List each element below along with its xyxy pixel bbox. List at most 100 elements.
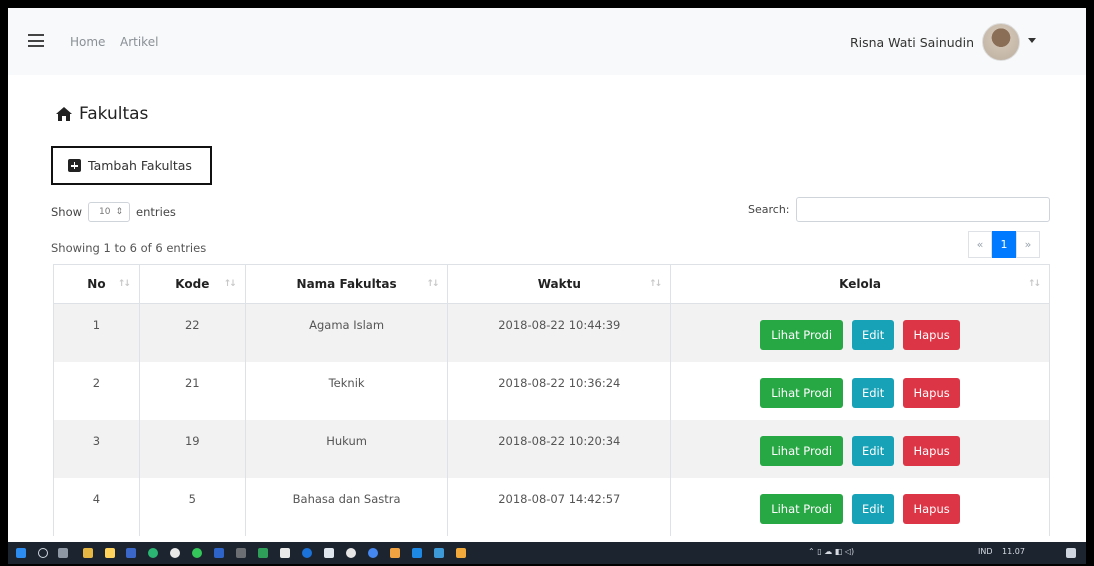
tray-time[interactable]: 11.07 [1002,547,1025,556]
fakultas-table: No ↑↓ Kode ↑↓ Nama Fakultas ↑↓ Waktu ↑↓ Kelo… [53,264,1050,536]
pagination-page-1[interactable]: 1 [992,231,1016,258]
header-kelola[interactable]: Kelola ↑↓ [670,264,1050,304]
word-icon[interactable] [214,548,224,558]
pagination: « 1 » [968,231,1040,258]
cell-waktu: 2018-08-22 10:44:39 [447,303,672,362]
windows-start-icon[interactable] [16,548,26,558]
table-row: 3 19 Hukum 2018-08-22 10:20:34 Lihat Pro… [53,419,1050,478]
app-icon[interactable] [126,548,136,558]
cell-no: 3 [53,419,140,478]
app-icon[interactable] [236,548,246,558]
cell-no: 1 [53,303,140,362]
edit-button[interactable]: Edit [852,435,895,466]
user-name[interactable]: Risna Wati Sainudin [850,35,974,50]
entries-length-value: 10 [99,207,111,217]
cell-nama: Hukum [244,419,449,478]
app-icon[interactable] [258,548,268,558]
hapus-button[interactable]: Hapus [903,377,961,408]
app-icon[interactable] [280,548,290,558]
cell-kode: 19 [138,419,246,478]
nav-artikel-link[interactable]: Artikel [120,35,158,49]
entries-length-control: Show 10 ⇕ entries [51,202,176,222]
top-navbar: Home Artikel Risna Wati Sainudin [8,8,1086,75]
cell-kode: 21 [138,361,246,420]
sort-icon: ↑↓ [1027,279,1041,289]
hapus-button[interactable]: Hapus [903,435,961,466]
whatsapp-icon[interactable] [192,548,202,558]
show-label: Show [51,205,83,219]
cell-nama: Bahasa dan Sastra [244,477,449,536]
table-row: 2 21 Teknik 2018-08-22 10:36:24 Lihat Pr… [53,361,1050,420]
sort-icon: ↑↓ [223,279,237,289]
search-label: Search: [748,203,790,216]
store-icon[interactable] [83,548,93,558]
app-icon[interactable] [434,548,444,558]
table-info: Showing 1 to 6 of 6 entries [51,241,207,255]
table-row: 4 5 Bahasa dan Sastra 2018-08-07 14:42:5… [53,477,1050,536]
task-view-icon[interactable] [58,548,68,558]
nav-home-link[interactable]: Home [70,35,105,49]
cell-kode: 5 [138,477,246,536]
hapus-button[interactable]: Hapus [903,320,961,350]
app-icon[interactable] [456,548,466,558]
app-icon[interactable] [302,548,312,558]
table-header-row: No ↑↓ Kode ↑↓ Nama Fakultas ↑↓ Waktu ↑↓ Kelo… [53,264,1050,304]
select-arrows-icon: ⇕ [115,207,124,217]
chrome-icon[interactable] [148,548,158,558]
cell-kode: 22 [138,303,246,362]
sort-icon: ↑↓ [117,279,131,289]
search-icon[interactable] [38,548,48,558]
lihat-prodi-button[interactable]: Lihat Prodi [760,320,844,350]
chevron-down-icon[interactable] [1028,38,1036,43]
app-icon[interactable] [170,548,180,558]
cell-nama: Agama Islam [244,303,449,362]
tray-language[interactable]: IND [978,547,993,556]
lihat-prodi-button[interactable]: Lihat Prodi [760,377,844,408]
windows-taskbar: ⌃ ▯ ☁ ◧ ◁) IND 11.07 [8,542,1086,564]
cell-waktu: 2018-08-22 10:20:34 [447,419,672,478]
cell-no: 4 [53,477,140,536]
edit-button[interactable]: Edit [852,377,895,408]
tray-icons: ⌃ ▯ ☁ ◧ ◁) [808,547,855,556]
pagination-prev[interactable]: « [968,231,992,258]
lihat-prodi-button[interactable]: Lihat Prodi [760,435,844,466]
pagination-next[interactable]: » [1016,231,1040,258]
cell-waktu: 2018-08-22 10:36:24 [447,361,672,420]
cell-nama: Teknik [244,361,449,420]
header-kode[interactable]: Kode ↑↓ [138,264,246,304]
notification-icon[interactable] [1066,548,1076,558]
avatar[interactable] [982,23,1020,61]
lihat-prodi-button[interactable]: Lihat Prodi [760,493,844,524]
home-icon [56,107,72,121]
header-nama-fakultas[interactable]: Nama Fakultas ↑↓ [244,264,449,304]
app-window: Home Artikel Risna Wati Sainudin Fakulta… [8,8,1086,542]
sort-icon: ↑↓ [426,279,439,289]
entries-length-select[interactable]: 10 ⇕ [88,202,131,222]
cell-actions: Lihat Prodi Edit Hapus [670,477,1050,536]
edit-button[interactable]: Edit [852,320,895,350]
app-icon[interactable] [368,548,378,558]
file-explorer-icon[interactable] [105,548,115,558]
page-title-text: Fakultas [79,104,149,124]
entries-label: entries [136,205,176,219]
table-row: 1 22 Agama Islam 2018-08-22 10:44:39 Lih… [53,303,1050,362]
app-icon[interactable] [346,548,356,558]
sort-icon: ↑↓ [649,279,662,289]
plus-square-icon [68,159,81,172]
hapus-button[interactable]: Hapus [903,493,961,524]
search-input[interactable] [795,197,1050,222]
header-no[interactable]: No ↑↓ [53,264,140,304]
app-icon[interactable] [390,548,400,558]
cell-actions: Lihat Prodi Edit Hapus [670,303,1050,362]
cell-no: 2 [53,361,140,420]
cell-actions: Lihat Prodi Edit Hapus [670,419,1050,478]
app-icon[interactable] [324,548,334,558]
add-fakultas-button[interactable]: Tambah Fakultas [51,146,212,185]
vscode-icon[interactable] [412,548,422,558]
cell-actions: Lihat Prodi Edit Hapus [670,361,1050,420]
header-waktu[interactable]: Waktu ↑↓ [447,264,672,304]
edit-button[interactable]: Edit [852,493,895,524]
add-fakultas-label: Tambah Fakultas [88,158,192,173]
table-search: Search: [748,197,1050,222]
menu-toggle-icon[interactable] [28,34,44,47]
